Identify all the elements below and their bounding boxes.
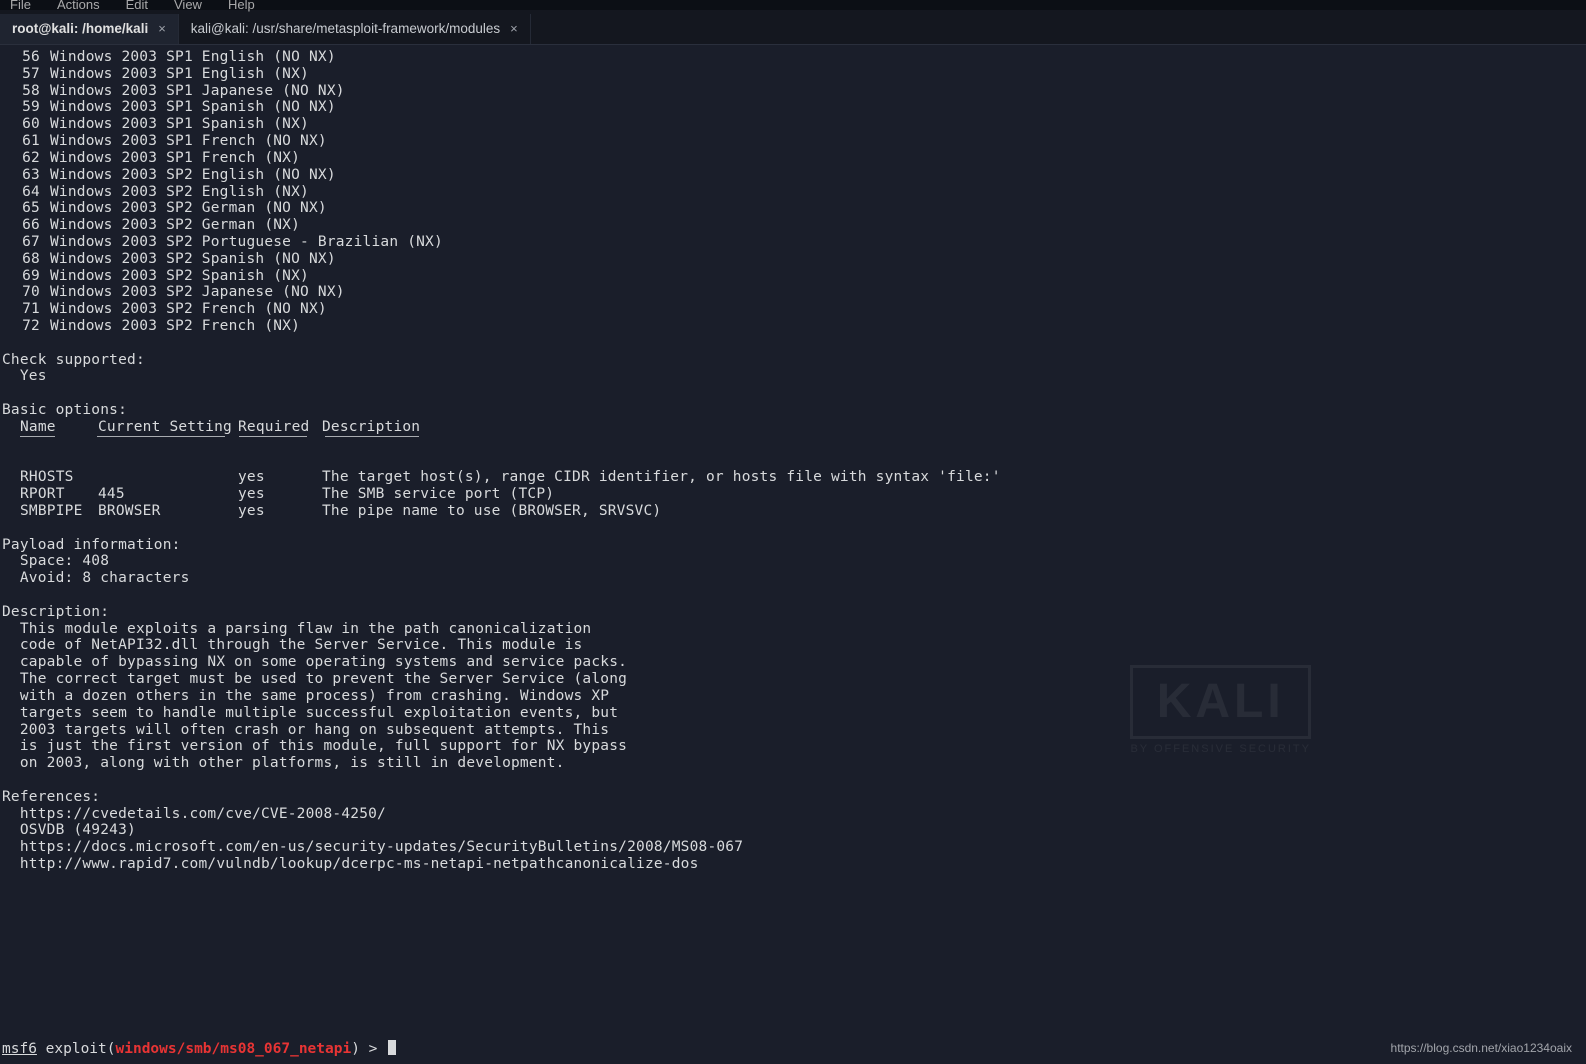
blank-line [0, 520, 1586, 537]
description-line: targets seem to handle multiple successf… [0, 705, 1586, 722]
option-row: RHOSTSyesThe target host(s), range CIDR … [0, 469, 1586, 486]
prompt-module: windows/smb/ms08_067_netapi [116, 1041, 352, 1057]
description-line: This module exploits a parsing flaw in t… [0, 621, 1586, 638]
menubar: File Actions Edit View Help [0, 0, 1586, 10]
tab-label: kali@kali: /usr/share/metasploit-framewo… [191, 21, 500, 37]
target-row: 61Windows 2003 SP1 French (NO NX) [0, 133, 1586, 150]
options-header: Basic options: [0, 402, 1586, 419]
reference-line: https://cvedetails.com/cve/CVE-2008-4250… [0, 806, 1586, 823]
tab-root-kali[interactable]: root@kali: /home/kali × [0, 14, 179, 44]
target-row: 66Windows 2003 SP2 German (NX) [0, 217, 1586, 234]
target-row: 67Windows 2003 SP2 Portuguese - Brazilia… [0, 234, 1586, 251]
close-icon[interactable]: × [158, 21, 166, 36]
prompt-msf: msf6 [2, 1041, 37, 1057]
target-row: 63Windows 2003 SP2 English (NO NX) [0, 167, 1586, 184]
tab-bar: root@kali: /home/kali × kali@kali: /usr/… [0, 10, 1586, 45]
blank-line [0, 453, 1586, 470]
menu-help[interactable]: Help [228, 0, 255, 13]
description-line: code of NetAPI32.dll through the Server … [0, 637, 1586, 654]
tab-kali-modules[interactable]: kali@kali: /usr/share/metasploit-framewo… [179, 14, 531, 44]
description-line: on 2003, along with other platforms, is … [0, 755, 1586, 772]
target-row: 58Windows 2003 SP1 Japanese (NO NX) [0, 83, 1586, 100]
target-row: 65Windows 2003 SP2 German (NO NX) [0, 200, 1586, 217]
tab-label: root@kali: /home/kali [12, 21, 148, 37]
target-row: 59Windows 2003 SP1 Spanish (NO NX) [0, 99, 1586, 116]
menu-actions[interactable]: Actions [57, 0, 100, 13]
option-row: SMBPIPEBROWSERyesThe pipe name to use (B… [0, 503, 1586, 520]
description-line: The correct target must be used to preve… [0, 671, 1586, 688]
reference-line: http://www.rapid7.com/vulndb/lookup/dcer… [0, 856, 1586, 873]
close-icon[interactable]: × [510, 21, 518, 36]
payload-line: Avoid: 8 characters [0, 570, 1586, 587]
target-row: 57Windows 2003 SP1 English (NX) [0, 66, 1586, 83]
reference-line: OSVDB (49243) [0, 822, 1586, 839]
references-header: References: [0, 789, 1586, 806]
target-row: 68Windows 2003 SP2 Spanish (NO NX) [0, 251, 1586, 268]
options-columns: NameCurrent SettingRequiredDescription [0, 419, 1586, 436]
prompt-context: exploit( [37, 1041, 116, 1057]
target-row: 60Windows 2003 SP1 Spanish (NX) [0, 116, 1586, 133]
menu-file[interactable]: File [10, 0, 31, 13]
target-row: 72Windows 2003 SP2 French (NX) [0, 318, 1586, 335]
terminal-window: File Actions Edit View Help root@kali: /… [0, 0, 1586, 1064]
prompt-line[interactable]: msf6 exploit(windows/smb/ms08_067_netapi… [2, 1040, 396, 1058]
blank-line [0, 385, 1586, 402]
target-row: 69Windows 2003 SP2 Spanish (NX) [0, 268, 1586, 285]
check-header: Check supported: [0, 352, 1586, 369]
source-watermark: https://blog.csdn.net/xiao1234oaix [1391, 1042, 1572, 1056]
description-line: capable of bypassing NX on some operatin… [0, 654, 1586, 671]
description-line: 2003 targets will often crash or hang on… [0, 722, 1586, 739]
target-row: 64Windows 2003 SP2 English (NX) [0, 184, 1586, 201]
blank-line [0, 772, 1586, 789]
target-row: 56Windows 2003 SP1 English (NO NX) [0, 49, 1586, 66]
blank-line [0, 335, 1586, 352]
prompt-suffix: ) > [351, 1041, 386, 1057]
payload-header: Payload information: [0, 537, 1586, 554]
payload-line: Space: 408 [0, 553, 1586, 570]
menu-view[interactable]: View [174, 0, 202, 13]
description-line: is just the first version of this module… [0, 738, 1586, 755]
reference-line: https://docs.microsoft.com/en-us/securit… [0, 839, 1586, 856]
terminal-output[interactable]: 56Windows 2003 SP1 English (NO NX)57Wind… [0, 45, 1586, 873]
cursor-icon [388, 1040, 396, 1055]
target-row: 70Windows 2003 SP2 Japanese (NO NX) [0, 284, 1586, 301]
options-underline [0, 436, 1586, 453]
target-row: 62Windows 2003 SP1 French (NX) [0, 150, 1586, 167]
blank-line [0, 587, 1586, 604]
option-row: RPORT445yesThe SMB service port (TCP) [0, 486, 1586, 503]
description-header: Description: [0, 604, 1586, 621]
menu-edit[interactable]: Edit [126, 0, 148, 13]
target-row: 71Windows 2003 SP2 French (NO NX) [0, 301, 1586, 318]
description-line: with a dozen others in the same process)… [0, 688, 1586, 705]
check-value: Yes [0, 368, 1586, 385]
